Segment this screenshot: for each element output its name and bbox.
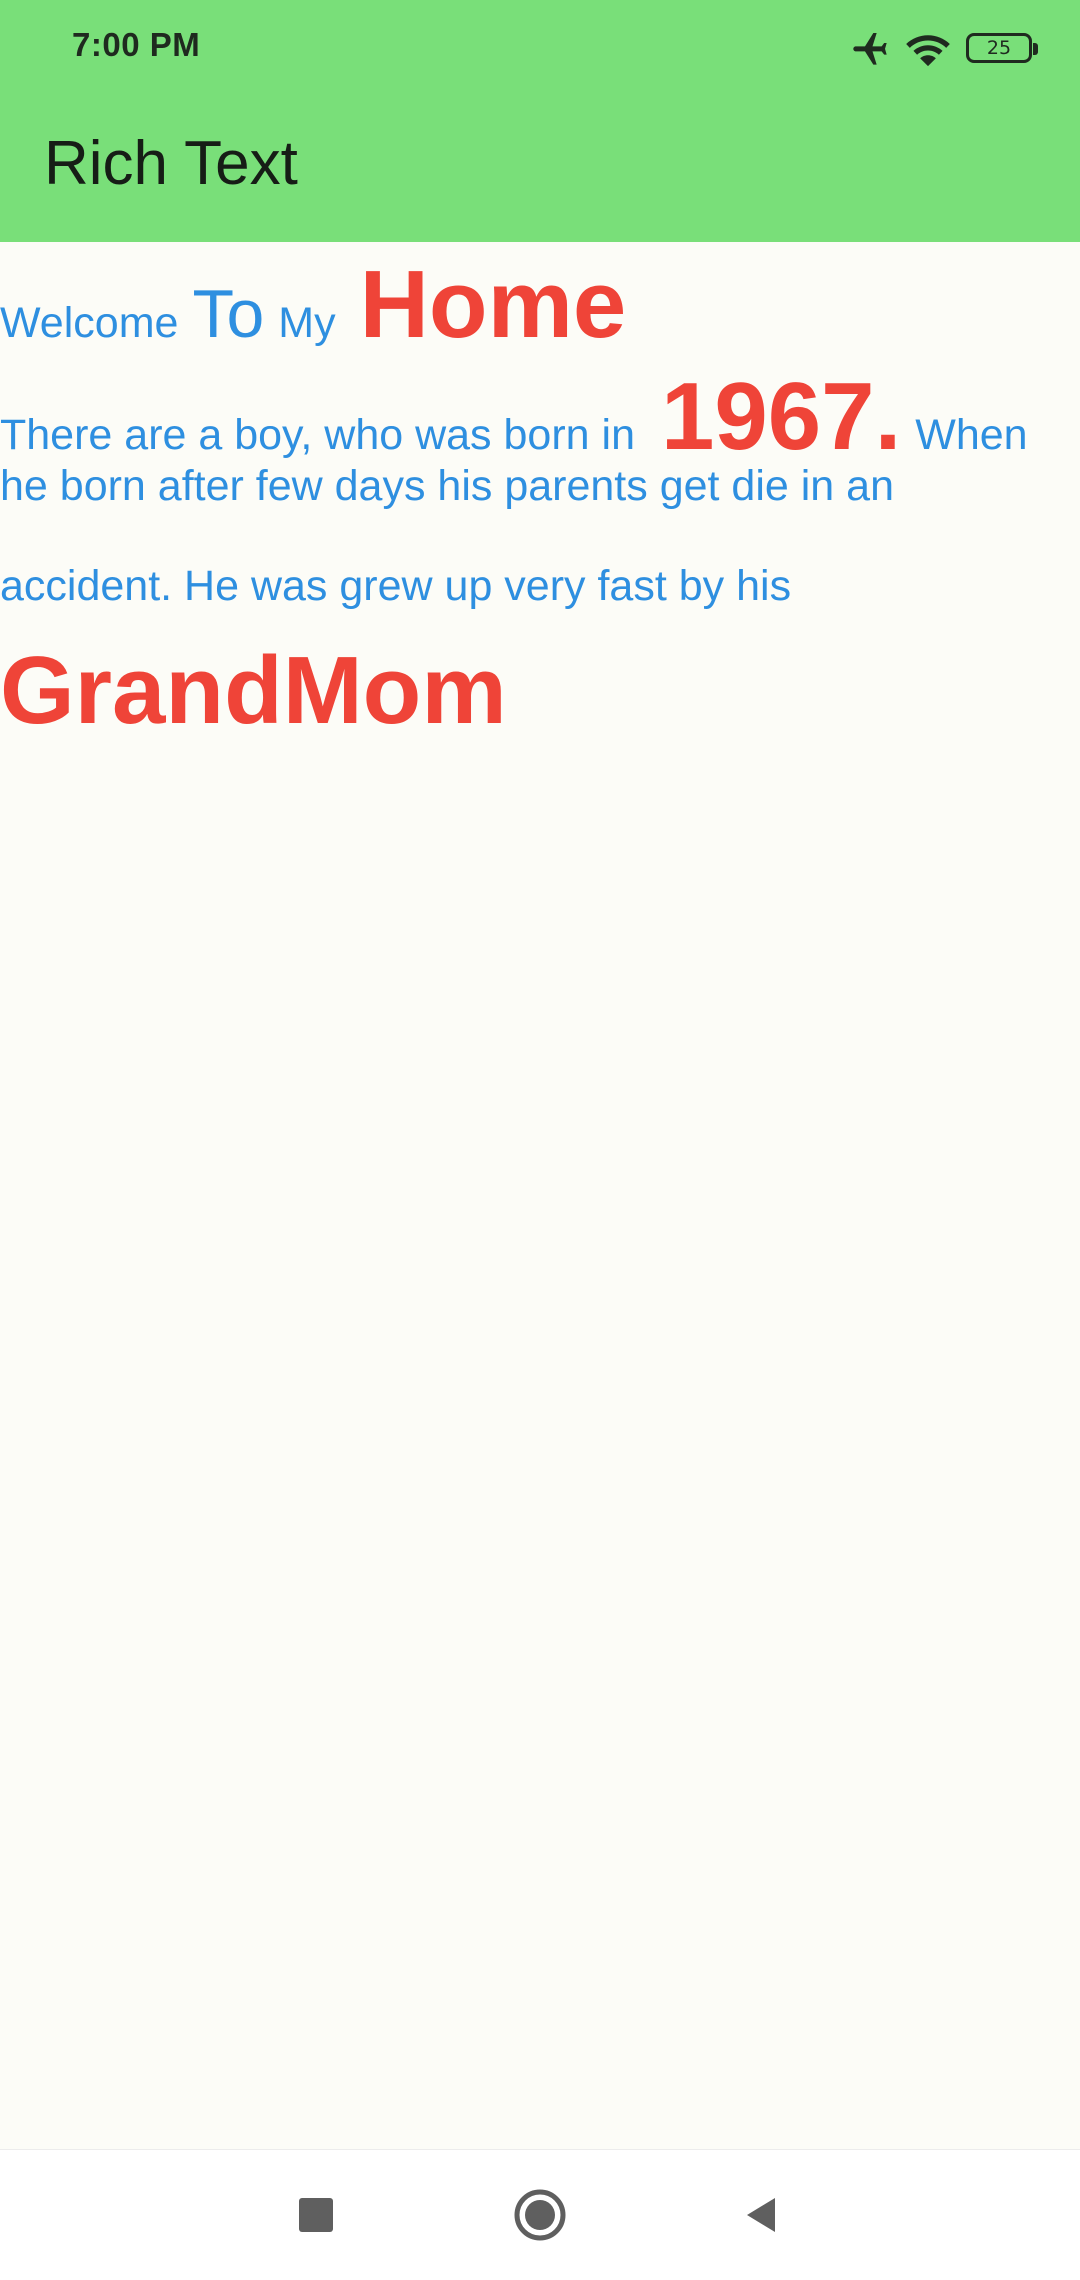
back-button[interactable] — [726, 2180, 796, 2250]
navigation-bar — [0, 2149, 1080, 2280]
text-sentence-start: There are a boy, who was born in — [0, 411, 635, 459]
square-icon — [299, 2198, 333, 2232]
text-year: 1967. — [661, 363, 902, 470]
text-when: When — [915, 411, 1028, 459]
home-button[interactable] — [505, 2180, 575, 2250]
app-bar: Rich Text — [0, 96, 1080, 242]
home-circle-icon — [514, 2189, 566, 2241]
app-title: Rich Text — [44, 129, 298, 198]
rich-text-line-4: accident. He was grew up very fast by hi… — [0, 562, 792, 610]
wifi-icon — [906, 28, 950, 68]
status-bar: 7:00 PM 25 — [0, 0, 1080, 96]
text-home: Home — [359, 251, 627, 358]
status-time: 7:00 PM — [72, 26, 201, 63]
status-icons: 25 — [850, 24, 1038, 72]
battery-level: 25 — [986, 36, 1012, 59]
rich-text-line-1: Welcome To My Home — [0, 250, 626, 360]
battery-icon: 25 — [966, 33, 1038, 63]
text-grandmom: GrandMom — [0, 637, 507, 744]
rich-text-line-3: he born after few days his parents get d… — [0, 462, 894, 510]
rich-text-line-2: There are a boy, who was born in 1967. Whe… — [0, 362, 1028, 472]
top-area: 7:00 PM 25 Rich Text — [0, 0, 1080, 242]
recent-apps-button[interactable] — [281, 2180, 351, 2250]
airplane-mode-icon — [850, 28, 890, 68]
back-triangle-icon — [747, 2198, 775, 2232]
text-welcome: Welcome — [0, 299, 179, 347]
text-my: My — [278, 299, 336, 347]
text-to: To — [192, 276, 265, 352]
